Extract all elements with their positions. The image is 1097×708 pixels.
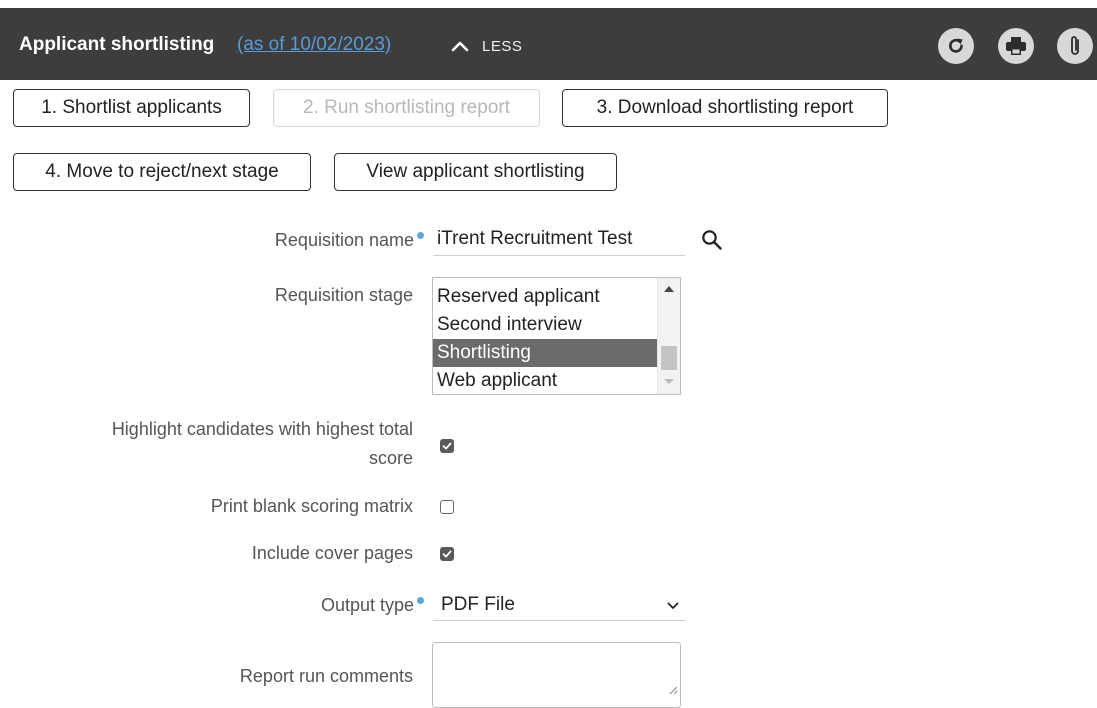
attachment-button[interactable] xyxy=(1057,28,1093,64)
checkmark-icon xyxy=(442,550,452,558)
print-blank-matrix-checkbox[interactable] xyxy=(440,500,454,514)
highlight-candidates-label-line2: score xyxy=(368,448,413,468)
list-item[interactable]: Web applicant xyxy=(433,367,657,394)
required-indicator xyxy=(417,232,424,239)
output-type-value: PDF File xyxy=(441,594,515,615)
requisition-name-field[interactable]: iTrent Recruitment Test xyxy=(433,226,685,256)
requisition-stage-listbox[interactable]: Reserved applicant Second interview Shor… xyxy=(432,277,681,395)
download-shortlisting-report-button[interactable]: 3. Download shortlisting report xyxy=(562,89,888,127)
panel-header: Applicant shortlisting (as of 10/02/2023… xyxy=(0,8,1097,80)
include-cover-pages-checkbox[interactable] xyxy=(440,547,454,561)
view-applicant-shortlisting-button[interactable]: View applicant shortlisting xyxy=(334,153,617,191)
scrollbar-thumb[interactable] xyxy=(661,346,677,370)
output-type-select[interactable]: PDF File xyxy=(433,591,685,621)
refresh-icon xyxy=(949,38,963,53)
list-item-selected[interactable]: Shortlisting xyxy=(433,339,657,367)
scroll-down-arrow-icon[interactable] xyxy=(664,379,674,384)
output-type-label-text: Output type xyxy=(320,595,414,615)
list-item[interactable]: Second interview xyxy=(433,311,657,339)
shortlist-applicants-button[interactable]: 1. Shortlist applicants xyxy=(13,89,250,127)
chevron-down-icon xyxy=(667,602,679,609)
include-cover-pages-label: Include cover pages xyxy=(251,543,413,563)
scroll-up-arrow-icon[interactable] xyxy=(664,286,674,292)
resize-grip-icon[interactable] xyxy=(668,685,678,695)
as-of-date-link[interactable]: (as of 10/02/2023) xyxy=(237,34,391,56)
run-shortlisting-report-button[interactable]: 2. Run shortlisting report xyxy=(273,89,540,127)
collapse-toggle[interactable]: LESS xyxy=(450,32,522,60)
highlight-candidates-label-line1: Highlight candidates with highest total xyxy=(111,419,413,439)
highlight-candidates-checkbox[interactable] xyxy=(440,439,454,453)
requisition-name-label: Requisition name xyxy=(275,230,424,251)
requisition-search-button[interactable] xyxy=(700,228,728,256)
print-icon xyxy=(1006,37,1026,55)
required-indicator xyxy=(417,597,424,604)
refresh-button[interactable] xyxy=(938,28,974,64)
paperclip-icon xyxy=(1071,36,1079,55)
print-button[interactable] xyxy=(998,28,1034,64)
panel-title: Applicant shortlisting xyxy=(19,34,215,55)
report-run-comments-textarea[interactable] xyxy=(432,642,681,708)
print-blank-matrix-label: Print blank scoring matrix xyxy=(210,496,413,516)
listbox-scrollbar[interactable] xyxy=(657,278,680,394)
move-to-reject-next-stage-button[interactable]: 4. Move to reject/next stage xyxy=(13,153,311,191)
list-item[interactable]: Reserved applicant xyxy=(433,283,657,311)
requisition-stage-label: Requisition stage xyxy=(274,285,413,305)
requisition-name-label-text: Requisition name xyxy=(274,230,414,250)
collapse-toggle-label: LESS xyxy=(482,37,523,55)
checkmark-icon xyxy=(442,442,452,450)
chevron-up-icon xyxy=(451,41,469,52)
report-run-comments-label: Report run comments xyxy=(239,666,413,686)
output-type-label: Output type xyxy=(321,595,424,616)
search-icon xyxy=(702,230,722,250)
